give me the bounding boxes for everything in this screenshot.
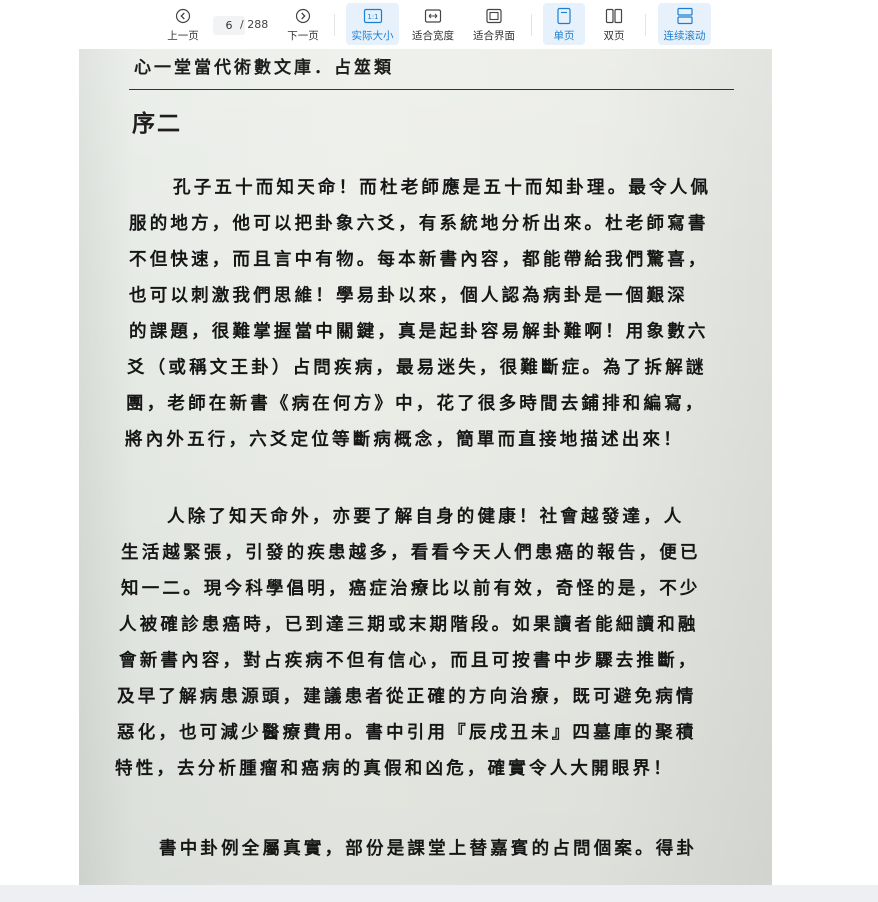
text-line: 將內外五行，六爻定位等斷病概念，簡單而直接地描述出來！ — [125, 430, 684, 450]
text-line: 及早了解病患源頭，建議患者從正確的方向治療，既可避免病情 — [117, 687, 697, 707]
svg-text:1:1: 1:1 — [367, 13, 378, 21]
toolbar-divider — [334, 14, 335, 36]
actual-size-label: 实际大小 — [351, 30, 394, 42]
section-title: 序二 — [132, 110, 182, 137]
toolbar-divider — [645, 14, 646, 36]
text-line: 服的地方，他可以把卦象六爻，有系統地分析出來。杜老師寫書 — [129, 214, 709, 234]
fit-width-button[interactable]: 适合宽度 — [409, 3, 457, 45]
fit-width-label: 适合宽度 — [412, 30, 454, 42]
text-line: 也可以刺激我們思維！學易卦以來，個人認為病卦是一個艱深 — [129, 286, 688, 306]
fit-page-icon — [485, 6, 503, 26]
text-line: 的課題，很難掌握當中關鍵，真是起卦容易解卦難啊！用象數六 — [129, 322, 709, 342]
fit-page-button[interactable]: 适合界面 — [470, 3, 518, 45]
double-page-label: 双页 — [603, 30, 625, 42]
text-line: 人除了知天命外，亦要了解自身的健康！社會越發達，人 — [167, 507, 685, 527]
fit-width-icon — [424, 6, 442, 26]
text-line: 團，老師在新書《病在何方》中，花了很多時間去鋪排和編寫， — [126, 394, 706, 414]
double-page-icon — [605, 6, 623, 26]
actual-size-button[interactable]: 1:1 实际大小 — [346, 3, 399, 45]
toolbar-divider — [531, 14, 532, 36]
single-page-icon — [556, 6, 572, 26]
single-page-button[interactable]: 单页 — [543, 3, 585, 45]
chevron-right-icon — [295, 6, 311, 26]
next-page-label: 下一页 — [287, 30, 319, 42]
text-line: 知一二。現今科學倡明，癌症治療比以前有效，奇怪的是，不少 — [121, 579, 701, 599]
bottom-scroll-area[interactable] — [0, 885, 878, 902]
continuous-scroll-icon — [676, 6, 694, 26]
text-line: 特性，去分析腫瘤和癌病的真假和凶危，確實令人大開眼界！ — [115, 759, 674, 779]
page-total: / 288 — [240, 18, 269, 31]
prev-page-label: 上一页 — [167, 30, 199, 42]
scanned-page: 心一堂當代術數文庫．占筮類 序二 孔子五十而知天命！而杜老師應是五十而知卦理。最… — [79, 49, 772, 885]
fit-page-label: 适合界面 — [473, 30, 515, 42]
document-viewer[interactable]: 心一堂當代術數文庫．占筮類 序二 孔子五十而知天命！而杜老師應是五十而知卦理。最… — [0, 49, 878, 885]
text-line: 會新書內容，對占疾病不但有信心，而且可按書中步驟去推斷， — [119, 651, 699, 671]
header-rule — [129, 89, 734, 90]
prev-page-button[interactable]: 上一页 — [164, 3, 202, 45]
continuous-scroll-label: 连续滚动 — [663, 30, 706, 42]
text-line: 書中卦例全屬真實，部份是課堂上替嘉賓的占問個案。得卦 — [159, 839, 698, 859]
text-line: 爻（或稱文王卦）占問疾病，最易迷失，很難斷症。為了拆解謎 — [127, 358, 707, 378]
text-line: 生活越緊張，引發的疾患越多，看看今天人們患癌的報告，便已 — [121, 543, 701, 563]
text-line: 人被確診患癌時，已到達三期或末期階段。如果讀者能細讀和融 — [119, 615, 699, 635]
continuous-scroll-button[interactable]: 连续滚动 — [658, 3, 711, 45]
single-page-label: 单页 — [553, 30, 575, 42]
actual-size-icon: 1:1 — [363, 6, 383, 26]
text-line: 孔子五十而知天命！而杜老師應是五十而知卦理。最令人佩 — [173, 178, 712, 198]
running-head: 心一堂當代術數文庫．占筮類 — [134, 58, 394, 78]
chevron-left-icon — [175, 6, 191, 26]
next-page-button[interactable]: 下一页 — [284, 3, 322, 45]
text-line: 不但快速，而且言中有物。每本新書內容，都能帶給我們驚喜， — [129, 250, 709, 270]
viewer-toolbar: 上一页 / 288 下一页 1:1 实际大小 适合宽度 适合界面 单页 — [0, 0, 878, 49]
double-page-button[interactable]: 双页 — [597, 3, 631, 45]
text-line: 惡化，也可減少醫療費用。書中引用『辰戌丑未』四墓庫的聚積 — [117, 723, 697, 743]
